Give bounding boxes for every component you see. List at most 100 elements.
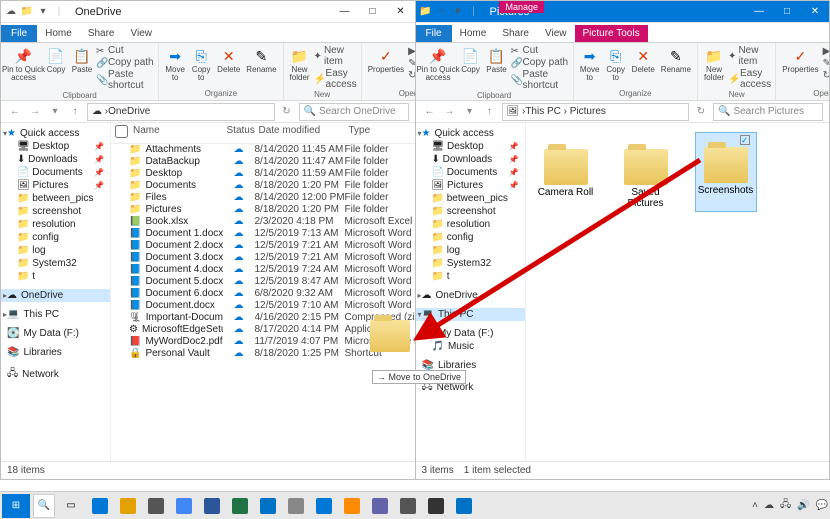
nav-item-pictures[interactable]: 🖼 Pictures📌 [416,179,525,192]
col-name[interactable]: Name [129,125,223,141]
nav-item-log[interactable]: 📁 log [416,244,525,257]
file-row[interactable]: 🔒Personal Vault☁8/18/2020 1:25 PMShortcu… [111,348,415,360]
nav-network[interactable]: 🖧 Network [1,365,110,384]
tab-share[interactable]: Share [494,25,537,42]
taskbar-app[interactable] [255,494,281,518]
tab-share[interactable]: Share [80,25,123,42]
back-button[interactable]: ← [422,104,438,120]
history-button[interactable]: ↻History [408,69,414,80]
qat-chevron-icon[interactable]: ▾ [37,6,49,18]
breadcrumb[interactable]: ☁ › OneDrive [87,103,275,121]
select-all-checkbox[interactable] [115,125,128,138]
file-row[interactable]: 📁Desktop☁8/14/2020 11:59 AMFile folder [111,168,415,180]
nav-onedrive[interactable]: ▸☁ OneDrive [1,289,110,302]
cut-button[interactable]: ✂Cut [511,45,569,56]
taskbar-app[interactable] [367,494,393,518]
tab-view[interactable]: View [123,25,161,42]
recent-chevron-icon[interactable]: ▾ [47,104,63,120]
back-button[interactable]: ← [7,104,23,120]
nav-this-pc[interactable]: ▸💻 This PC [1,308,110,321]
file-row[interactable]: 📘Document.docx☁12/5/2019 7:10 AMMicrosof… [111,300,415,312]
properties-button[interactable]: ✓Properties [780,45,820,80]
nav-item-t[interactable]: 📁 t [416,270,525,283]
file-row[interactable]: ⚙MicrosoftEdgeSetup.exe☁8/17/2020 4:14 P… [111,324,415,336]
minimize-button[interactable]: — [745,1,773,23]
breadcrumb[interactable]: 🖼 › This PC › Pictures [502,103,690,121]
refresh-button[interactable]: ↻ [279,104,295,120]
nav-item-t[interactable]: 📁 t [1,270,110,283]
new-item-button[interactable]: ✦New item [728,45,771,67]
properties-button[interactable]: ✓Properties [366,45,406,80]
titlebar-right[interactable]: 📁 ▫ ▾ | Pictures — □ ✕ [416,1,830,23]
taskbar-search[interactable]: 🔍 [33,494,55,518]
nav-item-system32[interactable]: 📁 System32 [416,257,525,270]
file-row[interactable]: 📁Pictures☁8/18/2020 1:20 PMFile folder [111,204,415,216]
tab-home[interactable]: Home [37,25,80,42]
nav-item-log[interactable]: 📁 log [1,244,110,257]
taskbar-app[interactable] [423,494,449,518]
up-button[interactable]: ↑ [482,104,498,120]
tab-file[interactable]: File [1,25,37,42]
nav-item-config[interactable]: 📁 config [416,231,525,244]
search-input[interactable]: 🔍Search Pictures [713,103,823,121]
tab-home[interactable]: Home [452,25,495,42]
edit-button[interactable]: ✎Edit [408,57,414,68]
paste-shortcut-button[interactable]: 📎Paste shortcut [96,69,154,91]
col-status[interactable]: Status [223,125,255,141]
nav-onedrive[interactable]: ▸☁ OneDrive [416,289,525,302]
nav-pane-left[interactable]: ▾★ Quick access 🖥 Desktop📌⬇ Downloads📌📄 … [1,123,111,461]
tab-file[interactable]: File [416,25,452,42]
qat-chevron-icon[interactable]: ▾ [452,6,464,18]
start-button[interactable]: ⊞ [2,494,30,518]
nav-item-between_pics[interactable]: 📁 between_pics [1,192,110,205]
taskbar-app[interactable] [171,494,197,518]
nav-item-desktop[interactable]: 🖥 Desktop📌 [1,140,110,153]
search-input[interactable]: 🔍Search OneDrive [299,103,409,121]
tray-onedrive-icon[interactable]: ☁ [764,500,774,511]
taskbar-app[interactable] [311,494,337,518]
taskbar-app[interactable] [451,494,477,518]
history-button[interactable]: ↻History [823,69,829,80]
nav-item-between_pics[interactable]: 📁 between_pics [416,192,525,205]
edit-button[interactable]: ✎Edit [823,57,829,68]
open-button[interactable]: ▶Open [408,45,414,56]
easy-access-button[interactable]: ⚡Easy access [314,68,357,90]
nav-item-resolution[interactable]: 📁 resolution [1,218,110,231]
copy-to-button[interactable]: ⎘Copy to [604,45,628,83]
checkbox-icon[interactable]: ✓ [740,135,750,145]
tray-chevron-icon[interactable]: ˄ [752,500,758,511]
file-row[interactable]: 📘Document 4.docx☁12/5/2019 7:24 AMMicros… [111,264,415,276]
folder-screenshots[interactable]: ✓Screenshots [696,133,756,211]
taskbar-app[interactable] [227,494,253,518]
qat-folder-icon[interactable]: 📁 [21,6,33,18]
refresh-button[interactable]: ↻ [693,104,709,120]
forward-button[interactable]: → [27,104,43,120]
nav-mydata[interactable]: 💽 My Data (F:) [1,327,110,340]
new-folder-button[interactable]: 📁New folder [288,45,312,90]
nav-this-pc[interactable]: ▾💻 This PC [416,308,525,321]
file-row[interactable]: 📘Document 3.docx☁12/5/2019 7:21 AMMicros… [111,252,415,264]
up-button[interactable]: ↑ [67,104,83,120]
taskbar-app[interactable] [395,494,421,518]
forward-button[interactable]: → [442,104,458,120]
nav-item-system32[interactable]: 📁 System32 [1,257,110,270]
nav-pane-right[interactable]: ▾★ Quick access 🖥 Desktop📌⬇ Downloads📌📄 … [416,123,526,461]
system-tray[interactable]: ˄ ☁ 🖧 🔊 💬 [752,497,828,514]
folder-grid[interactable]: Camera RollSaved Pictures✓Screenshots [526,123,830,461]
delete-button[interactable]: ✕Delete [630,45,657,83]
taskbar-app[interactable] [339,494,365,518]
copy-button[interactable]: 📄Copy [459,45,483,91]
new-item-button[interactable]: ✦New item [314,45,357,67]
titlebar-left[interactable]: ☁ 📁 ▾ | OneDrive — □ ✕ [1,1,415,23]
nav-item-config[interactable]: 📁 config [1,231,110,244]
taskbar-app[interactable] [283,494,309,518]
recent-chevron-icon[interactable]: ▾ [462,104,478,120]
copy-button[interactable]: 📄Copy [44,45,68,91]
nav-quick-access[interactable]: ▾★ Quick access [1,127,110,140]
file-row[interactable]: 📁DataBackup☁8/14/2020 11:47 AMFile folde… [111,156,415,168]
taskbar-app[interactable] [115,494,141,518]
easy-access-button[interactable]: ⚡Easy access [728,68,771,90]
nav-item-documents[interactable]: 📄 Documents📌 [1,166,110,179]
file-row[interactable]: 🗜Important-Documents.zip☁4/16/2020 2:15 … [111,312,415,324]
move-to-button[interactable]: ➡Move to [163,45,187,83]
